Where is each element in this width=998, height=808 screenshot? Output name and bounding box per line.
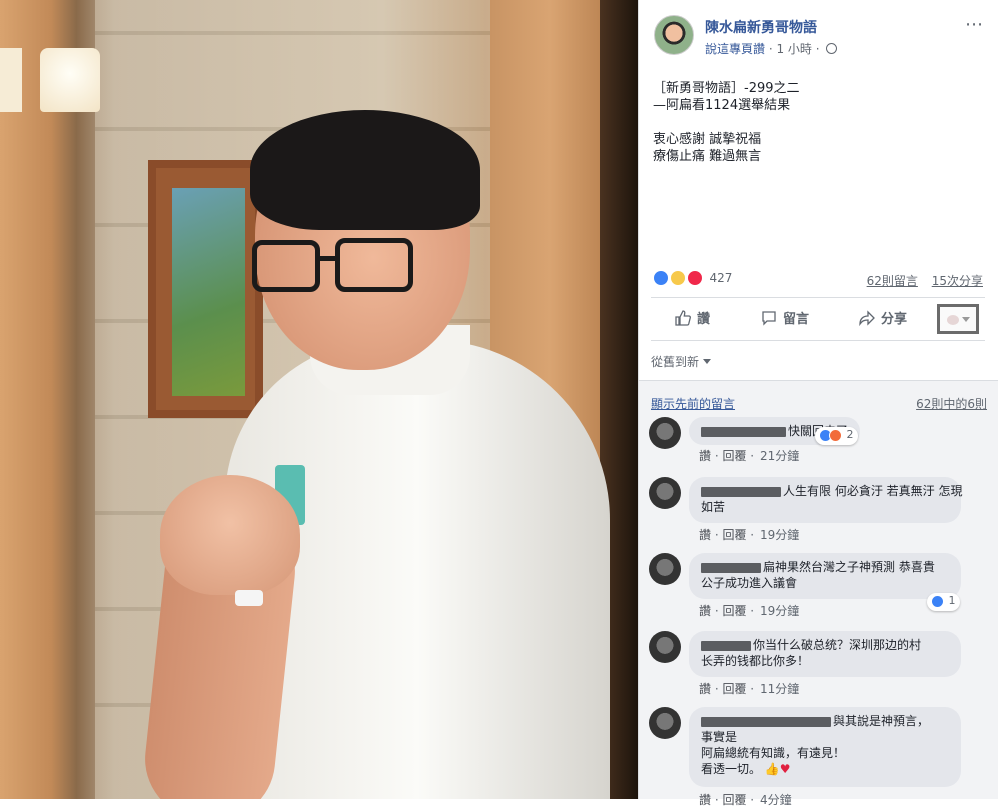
post-header: 陳水扁新勇哥物語 說這專頁讚 · 1 小時 · ⋯ bbox=[639, 0, 998, 62]
redacted-name bbox=[701, 716, 831, 727]
comments-shown-count[interactable]: 62則中的6則 bbox=[916, 395, 987, 412]
comment-like-link[interactable]: 讚 bbox=[699, 682, 711, 696]
meta-separator: · bbox=[815, 42, 824, 56]
comment-bubble: 人生有限 何必貪汙 若真無汙 怎現 如苦 bbox=[689, 477, 962, 523]
commenter-avatar[interactable] bbox=[649, 477, 681, 509]
comment-time[interactable]: 21分鐘 bbox=[760, 449, 799, 463]
thumbs-heart-emoji: 👍 bbox=[761, 762, 780, 776]
thumbs-up-icon bbox=[675, 310, 691, 326]
comment-reactions[interactable]: 1 bbox=[927, 593, 960, 611]
commenter-avatar[interactable] bbox=[649, 417, 681, 449]
comment-bubble: 與其說是神預言， 事實是 阿扁總統有知識，有遠見！ 看透一切。 👍♥ bbox=[689, 707, 961, 787]
comments-count-link[interactable]: 62則留言 bbox=[867, 274, 918, 288]
heart-emoji: ♥ bbox=[779, 762, 791, 776]
redacted-name bbox=[701, 426, 786, 437]
post-as-selector[interactable] bbox=[937, 304, 979, 334]
show-previous-comments-link[interactable]: 顯示先前的留言 bbox=[651, 397, 735, 411]
wall-lamp bbox=[40, 48, 100, 112]
comment-bubble: 扁神果然台灣之子神預測 恭喜貴 公子成功進入議會 bbox=[689, 553, 961, 599]
chevron-down-icon bbox=[962, 317, 970, 322]
comment-icon bbox=[762, 311, 776, 326]
comment-time[interactable]: 11分鐘 bbox=[760, 682, 799, 696]
comment-time[interactable]: 4分鐘 bbox=[760, 793, 792, 807]
comment-time[interactable]: 19分鐘 bbox=[760, 604, 799, 618]
share-arrow-icon bbox=[859, 310, 875, 326]
share-label: 分享 bbox=[881, 312, 908, 327]
comment-reaction-count: 1 bbox=[948, 594, 956, 607]
sort-label: 從舊到新 bbox=[651, 355, 700, 369]
post-text-line: 療傷止痛 難過無言 bbox=[653, 149, 762, 164]
wall-lamp-left bbox=[0, 48, 22, 112]
glasses-right-lens bbox=[335, 238, 413, 292]
love-reaction-icon bbox=[686, 270, 703, 286]
comment-like-link[interactable]: 讚 bbox=[699, 793, 711, 807]
selector-avatar-icon bbox=[947, 315, 959, 325]
like-button[interactable]: 讚 bbox=[675, 308, 710, 327]
reaction-count[interactable]: 427 bbox=[709, 271, 732, 285]
comment-reply-link[interactable]: 回覆 bbox=[722, 528, 746, 542]
comment-like-link[interactable]: 讚 bbox=[699, 604, 711, 618]
angry-reaction-icon bbox=[829, 428, 842, 442]
like-reaction-icon bbox=[653, 270, 669, 286]
shares-count-link[interactable]: 15次分享 bbox=[932, 274, 983, 288]
comment-actions: 讚 · 回覆 · 11分鐘 bbox=[699, 682, 800, 696]
clasped-hands bbox=[160, 475, 300, 595]
post-text-line: 衷心感謝 誠摯祝福 bbox=[653, 132, 762, 147]
like-label: 讚 bbox=[697, 312, 711, 327]
comment-reply-link[interactable]: 回覆 bbox=[722, 793, 746, 807]
redacted-name bbox=[701, 486, 781, 497]
comment-sort-dropdown[interactable]: 從舊到新 bbox=[651, 353, 712, 370]
reactions-summary[interactable]: 427 62則留言 15次分享 bbox=[653, 270, 983, 292]
comment-reaction-count: 2 bbox=[846, 428, 854, 441]
comment-bubble: 你当什么破总统？深圳那边的村 长弄的钱都比你多！ bbox=[689, 631, 961, 677]
post-photo[interactable] bbox=[0, 0, 638, 799]
commenter-avatar[interactable] bbox=[649, 707, 681, 739]
comment-actions: 讚 · 回覆 · 21分鐘 bbox=[699, 449, 800, 463]
page-name-link[interactable]: 陳水扁新勇哥物語 bbox=[705, 17, 817, 37]
comment-like-link[interactable]: 讚 bbox=[699, 528, 711, 542]
like-page-link[interactable]: 說這專頁讚 bbox=[705, 42, 765, 56]
comment-button[interactable]: 留言 bbox=[761, 308, 809, 327]
share-button[interactable]: 分享 bbox=[859, 308, 907, 327]
watch bbox=[235, 590, 263, 606]
sad-reaction-icon bbox=[669, 270, 686, 286]
commenter-avatar[interactable] bbox=[649, 631, 681, 663]
page-avatar[interactable] bbox=[654, 15, 694, 55]
comment-reply-link[interactable]: 回覆 bbox=[722, 449, 746, 463]
comment-reactions[interactable]: 2 bbox=[815, 427, 858, 445]
post-sidebar: 陳水扁新勇哥物語 說這專頁讚 · 1 小時 · ⋯ ［新勇哥物語］-299之二 … bbox=[638, 0, 998, 807]
hair bbox=[250, 110, 480, 230]
comment-actions: 讚 · 回覆 · 4分鐘 bbox=[699, 793, 792, 807]
person bbox=[130, 110, 620, 799]
comment-reply-link[interactable]: 回覆 bbox=[722, 604, 746, 618]
glasses-left-lens bbox=[252, 240, 320, 292]
post-text: ［新勇哥物語］-299之二 —阿扁看1124選舉結果 衷心感謝 誠摯祝福 療傷止… bbox=[653, 80, 983, 182]
comment-reply-link[interactable]: 回覆 bbox=[722, 682, 746, 696]
more-options-icon[interactable]: ⋯ bbox=[965, 14, 984, 35]
action-bar: 讚 留言 分享 bbox=[651, 297, 985, 341]
redacted-name bbox=[701, 562, 761, 573]
comment-label: 留言 bbox=[783, 312, 810, 327]
post-text-line: —阿扁看1124選舉結果 bbox=[653, 98, 791, 113]
comment-like-link[interactable]: 讚 bbox=[699, 449, 711, 463]
chevron-down-icon bbox=[703, 359, 712, 364]
redacted-name bbox=[701, 640, 751, 651]
comment-actions: 讚 · 回覆 · 19分鐘 bbox=[699, 604, 800, 618]
comments-area: 顯示先前的留言 62則中的6則 快關回去了 2 讚 · 回覆 · 21分鐘 人生… bbox=[639, 380, 998, 807]
post-text-line: ［新勇哥物語］-299之二 bbox=[653, 81, 800, 96]
globe-icon bbox=[826, 43, 838, 54]
like-reaction-icon bbox=[931, 594, 944, 608]
post-time[interactable]: 1 小時 bbox=[776, 42, 811, 56]
commenter-avatar[interactable] bbox=[649, 553, 681, 585]
previous-comments-row: 顯示先前的留言 62則中的6則 bbox=[651, 395, 987, 412]
comment-time[interactable]: 19分鐘 bbox=[760, 528, 799, 542]
comment-actions: 讚 · 回覆 · 19分鐘 bbox=[699, 528, 800, 542]
post-meta: 說這專頁讚 · 1 小時 · bbox=[705, 40, 838, 57]
post-stats: 62則留言 15次分享 bbox=[857, 272, 983, 289]
glasses-bridge bbox=[318, 256, 338, 261]
